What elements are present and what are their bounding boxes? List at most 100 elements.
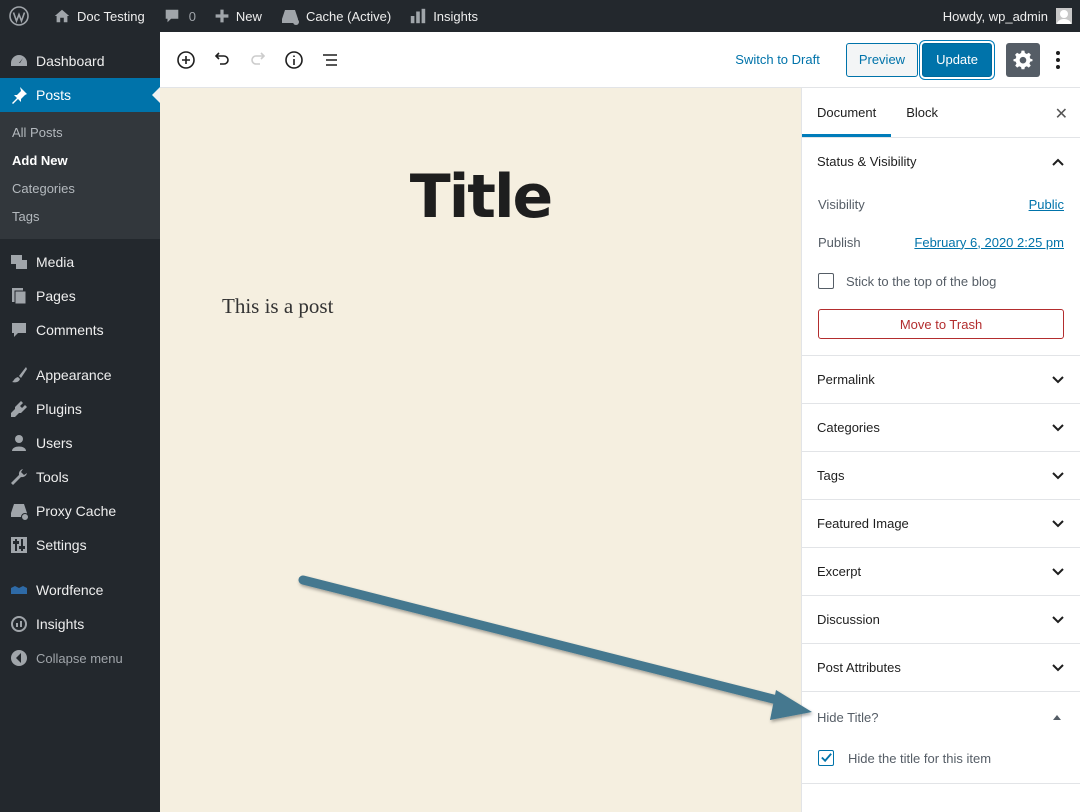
site-name-link[interactable]: Doc Testing	[44, 0, 154, 32]
chevron-down-icon	[1052, 519, 1064, 527]
triangle-up-icon	[1053, 714, 1061, 720]
submenu-add-new[interactable]: Add New	[0, 147, 160, 175]
menu-comments-label: Comments	[36, 322, 104, 338]
menu-proxy-cache-label: Proxy Cache	[36, 503, 117, 519]
wordfence-icon	[11, 586, 27, 594]
settings-sidebar: Document Block ✕ Status & Visibility Vis…	[801, 88, 1080, 812]
post-attributes-toggle[interactable]: Post Attributes	[802, 644, 1080, 691]
panel-title: Permalink	[817, 372, 875, 387]
checkmark-icon	[821, 753, 832, 763]
editor-toolbar: Switch to Draft Preview Update	[160, 32, 1080, 88]
permalink-panel: Permalink	[802, 356, 1080, 404]
editor-canvas[interactable]: Title This is a post	[160, 88, 801, 812]
collapse-menu-button[interactable]: Collapse menu	[0, 641, 160, 675]
featured-image-panel: Featured Image	[802, 500, 1080, 548]
preview-button[interactable]: Preview	[845, 42, 919, 77]
tab-block[interactable]: Block	[891, 88, 953, 137]
hide-title-panel: Hide Title? Hide the title for this item	[802, 692, 1080, 784]
submenu-tags[interactable]: Tags	[0, 203, 160, 231]
hide-title-heading: Hide Title?	[817, 709, 879, 725]
categories-panel: Categories	[802, 404, 1080, 452]
visibility-row: Visibility Public	[802, 185, 1080, 223]
my-account[interactable]: Howdy, wp_admin	[943, 8, 1080, 24]
tags-panel: Tags	[802, 452, 1080, 500]
menu-comments[interactable]: Comments	[0, 313, 160, 347]
insights-link[interactable]: Insights	[400, 0, 487, 32]
update-button[interactable]: Update	[922, 42, 992, 77]
excerpt-toggle[interactable]: Excerpt	[802, 548, 1080, 595]
post-title[interactable]: Title	[160, 162, 801, 232]
collapsed-panels: Permalink Categories Tags Featured Image	[802, 356, 1080, 692]
home-icon	[54, 9, 70, 23]
avatar	[1056, 8, 1072, 24]
chevron-down-icon	[1052, 615, 1064, 623]
collapse-icon	[11, 650, 27, 666]
categories-toggle[interactable]: Categories	[802, 404, 1080, 451]
menu-media[interactable]: Media	[0, 245, 160, 279]
switch-to-draft-button[interactable]: Switch to Draft	[735, 52, 820, 67]
chevron-up-icon	[1052, 158, 1064, 166]
hide-title-checkbox[interactable]	[818, 750, 834, 766]
menu-pages-label: Pages	[36, 288, 76, 304]
sticky-label: Stick to the top of the blog	[846, 273, 997, 289]
menu-insights[interactable]: Insights	[0, 607, 160, 641]
block-navigation-button[interactable]	[312, 42, 348, 78]
chevron-down-icon	[1052, 375, 1064, 383]
submenu-categories[interactable]: Categories	[0, 175, 160, 203]
menu-pages[interactable]: Pages	[0, 279, 160, 313]
new-content-link[interactable]: New	[205, 0, 271, 32]
status-visibility-toggle[interactable]: Status & Visibility	[802, 138, 1080, 185]
menu-wordfence[interactable]: Wordfence	[0, 573, 160, 607]
menu-plugins-label: Plugins	[36, 401, 82, 417]
wordpress-logo-button[interactable]	[0, 0, 44, 32]
menu-tools[interactable]: Tools	[0, 460, 160, 494]
insights-label: Insights	[433, 8, 478, 24]
comments-icon	[12, 323, 26, 337]
tab-document[interactable]: Document	[802, 88, 892, 137]
publish-date-link[interactable]: February 6, 2020 2:25 pm	[914, 235, 1064, 250]
content-info-button[interactable]	[276, 42, 312, 78]
redo-button[interactable]	[240, 42, 276, 78]
chevron-down-icon	[1052, 567, 1064, 575]
permalink-toggle[interactable]: Permalink	[802, 356, 1080, 403]
close-icon[interactable]: ✕	[1055, 104, 1068, 124]
panel-title: Status & Visibility	[817, 154, 917, 169]
visibility-link[interactable]: Public	[1029, 197, 1064, 212]
pages-icon	[12, 288, 27, 305]
undo-button[interactable]	[204, 42, 240, 78]
howdy-text: Howdy, wp_admin	[942, 8, 1048, 24]
menu-appearance[interactable]: Appearance	[0, 358, 160, 392]
menu-tools-label: Tools	[36, 469, 69, 485]
cache-link[interactable]: Cache (Active)	[271, 0, 400, 32]
menu-proxy-cache[interactable]: Proxy Cache	[0, 494, 160, 528]
more-options-button[interactable]	[1046, 43, 1070, 77]
settings-toggle-button[interactable]	[1006, 42, 1040, 77]
undo-icon	[214, 51, 229, 65]
menu-settings[interactable]: Settings	[0, 528, 160, 562]
menu-plugins[interactable]: Plugins	[0, 392, 160, 426]
featured-image-toggle[interactable]: Featured Image	[802, 500, 1080, 547]
panel-title: Tags	[817, 468, 845, 483]
sticky-checkbox[interactable]	[818, 273, 834, 289]
menu-posts[interactable]: Posts	[0, 78, 160, 112]
hide-title-toggle[interactable]: Hide Title?	[802, 692, 1080, 742]
menu-dashboard[interactable]: Dashboard	[0, 44, 160, 78]
panel-title: Featured Image	[817, 516, 909, 531]
cache-icon	[11, 504, 29, 521]
publish-row: Publish February 6, 2020 2:25 pm	[802, 223, 1080, 261]
wrench-icon	[11, 469, 27, 485]
pushpin-icon	[12, 87, 27, 104]
submenu-all-posts[interactable]: All Posts	[0, 119, 160, 147]
status-visibility-panel: Status & Visibility Visibility Public Pu…	[802, 138, 1080, 356]
paragraph-block[interactable]: This is a post	[222, 294, 333, 319]
add-block-button[interactable]	[168, 42, 204, 78]
wordpress-logo-icon	[9, 6, 29, 26]
discussion-toggle[interactable]: Discussion	[802, 596, 1080, 643]
move-to-trash-button[interactable]: Move to Trash	[818, 309, 1064, 339]
comments-link[interactable]: 0	[154, 0, 205, 32]
info-icon	[285, 50, 303, 69]
tags-toggle[interactable]: Tags	[802, 452, 1080, 499]
menu-users[interactable]: Users	[0, 426, 160, 460]
more-vertical-icon	[1056, 50, 1060, 69]
comment-icon	[165, 9, 178, 23]
